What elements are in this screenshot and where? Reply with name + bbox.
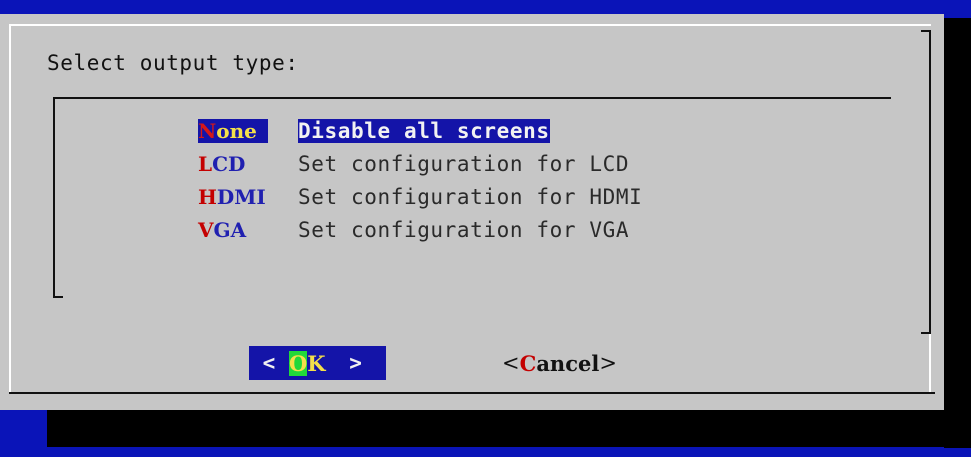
menu-item-tag: VGA [198,218,247,242]
menu-item-lcd[interactable]: LCD Set configuration for LCD [198,150,629,178]
dialog-frame-bottom [9,392,935,394]
menu-item-description: Set configuration for VGA [298,218,630,242]
ok-close-bracket: > [349,351,362,375]
menu-item-hdmi[interactable]: HDMI Set configuration for HDMI [198,183,642,211]
cancel-close-bracket: > [599,351,617,375]
dialog-frame-right-tick-top [921,30,931,32]
dialog-frame-right-upper [929,30,931,334]
menu-item-none[interactable]: None Disable all screens [198,117,550,145]
ok-hotkey: O [289,350,308,376]
menu-item-tag: None [198,119,268,143]
dialog-shadow-right [944,18,971,448]
dialog-frame-left [9,24,11,392]
menu-item-tag: LCD [198,152,246,176]
menu-item-tag: HDMI [198,185,266,209]
dialog-shadow [47,410,971,447]
cancel-label-rest: ancel [536,350,600,376]
dialog-frame-top [9,24,931,26]
menu-item-vga[interactable]: VGA Set configuration for VGA [198,216,629,244]
ok-open-bracket: < [262,351,276,375]
menu-item-description: Set configuration for HDMI [298,185,643,209]
ok-label-rest: K [307,350,326,376]
ok-button[interactable]: < OK > [249,346,386,380]
cancel-button[interactable]: < Cancel > [502,346,617,380]
menu-item-description: Set configuration for LCD [298,152,630,176]
dialog-frame-right-lower [929,334,931,392]
menu-item-description: Disable all screens [298,119,550,143]
cancel-open-bracket: < [502,351,520,375]
cancel-hotkey: C [519,350,537,376]
dialog-prompt: Select output type: [47,51,299,75]
